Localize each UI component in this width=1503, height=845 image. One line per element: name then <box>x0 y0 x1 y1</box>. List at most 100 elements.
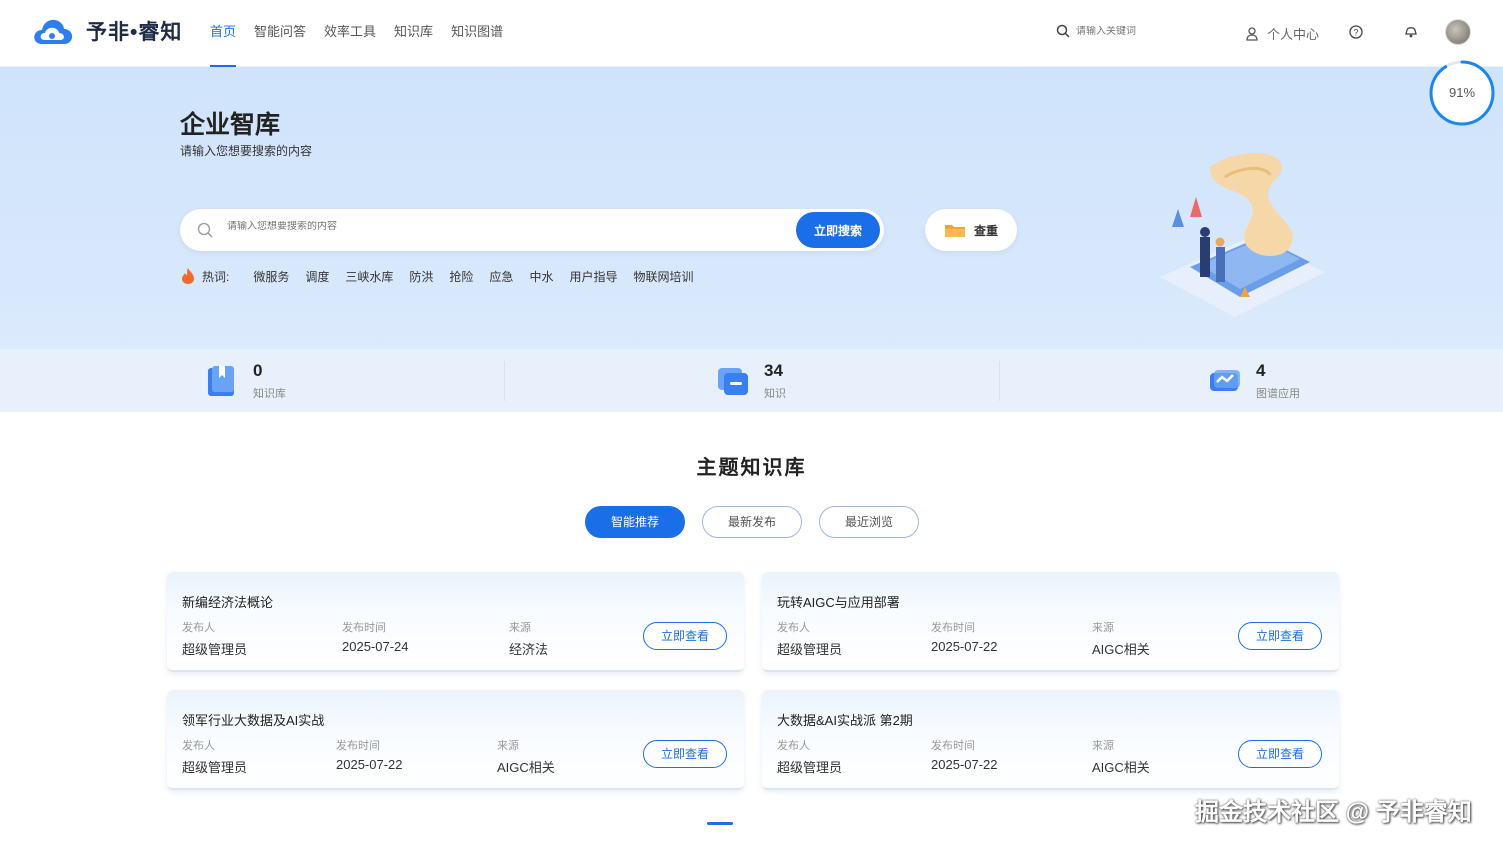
nav-item-smart-qa[interactable]: 智能问答 <box>254 0 306 67</box>
view-now-button[interactable]: 立即查看 <box>1238 622 1322 650</box>
page-title: 企业智库 <box>180 111 281 139</box>
folder-icon <box>944 225 965 237</box>
source-label: 来源 <box>1092 740 1114 752</box>
tab-latest-published[interactable]: 最新发布 <box>702 506 802 538</box>
publisher: 超级管理员 <box>182 760 248 775</box>
source-label: 来源 <box>497 740 519 752</box>
card-title: 玩转AIGC与应用部署 <box>777 595 900 610</box>
card-title: 领军行业大数据及AI实战 <box>182 713 325 728</box>
personal-center-label: 个人中心 <box>1267 27 1320 42</box>
knowledge-card[interactable]: 新编经济法概论 发布人超级管理员 发布时间 2025-07-24 来源经济法 立即… <box>167 572 744 672</box>
card-title: 大数据&AI实战派 第2期 <box>777 713 913 728</box>
stat-divider <box>999 361 1000 401</box>
source: 经济法 <box>509 642 549 657</box>
hot-word[interactable]: 中水 <box>529 268 553 285</box>
tab-recently-viewed[interactable]: 最近浏览 <box>819 506 919 538</box>
pagination-indicator[interactable] <box>707 822 733 825</box>
search-icon <box>197 222 213 238</box>
section-tabs: 智能推荐 最新发布 最近浏览 <box>585 506 936 538</box>
knowledge-card[interactable]: 玩转AIGC与应用部署 发布人 超级管理员 发布时间 2025-07-22 来源 AI… <box>762 572 1339 672</box>
top-search-input[interactable] <box>1076 25 1226 37</box>
stat-label: 图谱应用 <box>1256 387 1300 400</box>
source: AIGC相关 <box>1092 642 1150 657</box>
view-now-button[interactable]: 立即查看 <box>643 740 727 768</box>
progress-indicator: 91% <box>1428 59 1496 127</box>
card-title: 新编经济法概论 <box>182 595 274 610</box>
hot-word[interactable]: 用户指导 <box>569 268 617 285</box>
stat-knowledge-base[interactable]: 0 知识库 <box>205 349 286 412</box>
stat-divider <box>504 361 505 401</box>
top-navbar: 予非•睿知 首页 智能问答 效率工具 知识库 知识图谱 个人中心 ? <box>0 0 1503 67</box>
main-search-input[interactable] <box>227 221 767 232</box>
stat-value: 0 <box>253 360 263 380</box>
view-now-button[interactable]: 立即查看 <box>1238 740 1322 768</box>
publish-time: 2025-07-22 <box>931 639 998 654</box>
hot-words-label: 热词: <box>202 269 230 284</box>
dedupe-label: 查重 <box>973 223 998 238</box>
nav-item-knowledge-graph[interactable]: 知识图谱 <box>451 0 503 67</box>
nav-item-knowledge-base[interactable]: 知识库 <box>394 0 433 67</box>
stats-bar: 0 知识库 34 知识 4 图谱应用 <box>0 349 1503 412</box>
stat-knowledge[interactable]: 34 知识 <box>716 349 786 412</box>
watermark: 掘金技术社区 @ 予非睿知 <box>1195 799 1472 826</box>
knowledge-card[interactable]: 领军行业大数据及AI实战 发布人超级管理员 发布时间 2025-07-22 来源 A… <box>167 690 744 790</box>
fire-icon <box>182 268 194 284</box>
publisher-label: 发布人 <box>182 622 215 634</box>
hot-word[interactable]: 应急 <box>489 268 513 285</box>
time-label: 发布时间 <box>336 740 380 752</box>
hot-word[interactable]: 三峡水库 <box>345 268 393 285</box>
graph-app-icon <box>1210 369 1240 391</box>
publish-time: 2025-07-22 <box>336 757 403 772</box>
publish-time: 2025-07-24 <box>342 639 409 654</box>
hot-word[interactable]: 防洪 <box>409 268 433 285</box>
nav-item-efficiency-tools[interactable]: 效率工具 <box>324 0 376 67</box>
dedupe-button[interactable]: 查重 <box>925 209 1017 251</box>
tab-smart-recommend[interactable]: 智能推荐 <box>585 506 685 538</box>
stat-label: 知识 <box>764 387 786 400</box>
notification-icon[interactable] <box>1403 25 1419 39</box>
stat-value: 34 <box>764 360 783 380</box>
hot-word[interactable]: 调度 <box>305 268 329 285</box>
help-icon[interactable]: ? <box>1349 25 1363 39</box>
section-title: 主题知识库 <box>696 457 807 479</box>
hero-banner: 企业智库 请输入您想要搜索的内容 立即搜索 查重 热词: 微服务 调度 三峡水库… <box>0 60 1503 349</box>
knowledge-illustration <box>1160 152 1325 317</box>
stat-graph-apps[interactable]: 4 图谱应用 <box>1208 349 1300 412</box>
main-nav: 首页 智能问答 效率工具 知识库 知识图谱 <box>210 0 521 67</box>
search-button[interactable]: 立即搜索 <box>796 212 880 248</box>
top-search <box>1056 24 1226 38</box>
time-label: 发布时间 <box>931 622 975 634</box>
svg-text:?: ? <box>1353 28 1358 38</box>
hot-word[interactable]: 抢险 <box>449 268 473 285</box>
hot-words: 热词: 微服务 调度 三峡水库 防洪 抢险 应急 中水 用户指导 物联网培训 <box>180 267 709 285</box>
view-now-button[interactable]: 立即查看 <box>643 622 727 650</box>
cloud-logo-icon <box>34 19 73 44</box>
time-label: 发布时间 <box>931 740 975 752</box>
user-icon <box>1246 26 1258 41</box>
page-subtitle: 请输入您想要搜索的内容 <box>180 144 313 158</box>
app-name: 予非•睿知 <box>86 21 183 44</box>
personal-center-link[interactable]: 个人中心 <box>1246 24 1319 43</box>
publisher: 超级管理员 <box>777 760 843 775</box>
source: AIGC相关 <box>497 760 555 775</box>
main-search-box: 立即搜索 <box>180 209 884 251</box>
publish-time: 2025-07-22 <box>931 757 998 772</box>
hot-word[interactable]: 微服务 <box>253 268 289 285</box>
publisher-label: 发布人 <box>182 740 215 752</box>
knowledge-card[interactable]: 大数据&AI实战派 第2期 发布人超级管理员 发布时间 2025-07-22 来源… <box>762 690 1339 790</box>
knowledge-icon <box>718 367 748 395</box>
avatar[interactable] <box>1445 19 1471 45</box>
logo[interactable]: 予非•睿知 <box>32 16 182 46</box>
publisher-label: 发布人 <box>777 740 810 752</box>
publisher: 超级管理员 <box>777 642 843 657</box>
nav-item-home[interactable]: 首页 <box>210 0 237 67</box>
stat-label: 知识库 <box>253 387 286 400</box>
search-icon[interactable] <box>1056 24 1070 38</box>
source-label: 来源 <box>1092 622 1114 634</box>
knowledge-base-icon <box>208 365 234 396</box>
time-label: 发布时间 <box>342 622 386 634</box>
source-label: 来源 <box>509 622 531 634</box>
publisher: 超级管理员 <box>182 642 248 657</box>
source: AIGC相关 <box>1092 760 1150 775</box>
hot-word[interactable]: 物联网培训 <box>633 268 693 285</box>
